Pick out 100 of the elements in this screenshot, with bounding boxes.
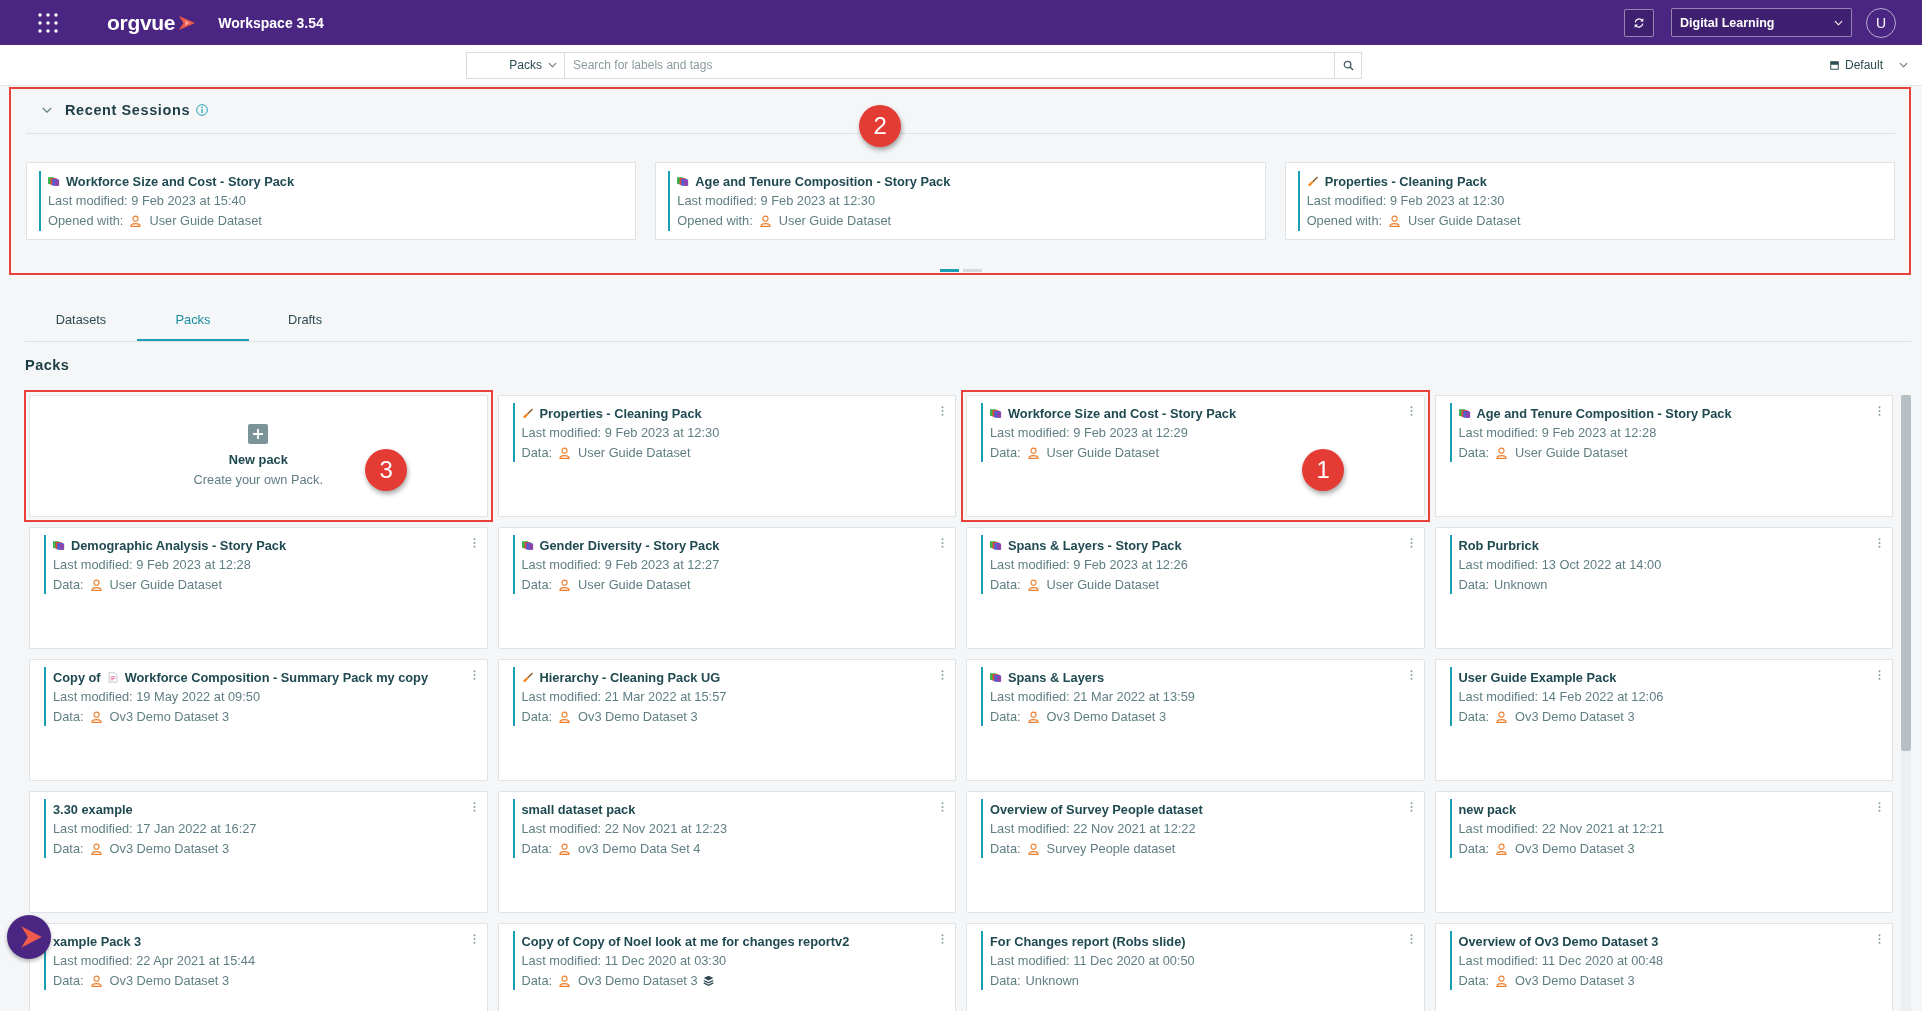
pack-title[interactable]: Age and Tenure Composition - Story Pack [1476, 405, 1732, 421]
search-button[interactable] [1335, 51, 1362, 79]
data-label: Data: [53, 577, 84, 592]
data-label: Data: [1458, 973, 1490, 988]
pack-title[interactable]: Overview of Survey People dataset [990, 801, 1203, 817]
pack-card[interactable]: Properties - Cleaning Pack Last modified: 9 Feb 2023 at 12:30 Data: User Guide Dataset [497, 395, 956, 517]
pack-title[interactable]: xample Pack 3 [53, 933, 142, 949]
pack-title[interactable]: Demographic Analysis - Story Pack [71, 537, 287, 553]
kebab-menu-icon[interactable] [941, 537, 944, 549]
pack-title[interactable]: Workforce Size and Cost - Story Pack [1008, 405, 1237, 421]
pack-card[interactable]: xample Pack 3 Last modified: 22 Apr 2021 at 15:44 Data: Ov3 Demo Dataset 3 [29, 923, 488, 1011]
pack-card[interactable]: Gender Diversity - Story Pack Last modified: 9 Feb 2023 at 12:27 Data: User Guide Dataset [497, 527, 956, 649]
modified-date: Last modified: 22 Nov 2021 at 12:21 [1458, 820, 1665, 838]
pack-title[interactable]: Hierarchy - Cleaning Pack UG [539, 669, 721, 685]
accent-bar [512, 931, 515, 990]
dataset-name: User Guide Dataset [778, 213, 892, 228]
callout-marker: 1 [1302, 449, 1345, 492]
story-pack-icon [1458, 407, 1471, 419]
pack-title[interactable]: Spans & Layers [1008, 669, 1105, 685]
kebab-menu-icon[interactable] [472, 669, 476, 681]
accent-bar [1449, 403, 1452, 462]
session-card[interactable]: Properties - Cleaning Pack Last modified: 9 Feb 2023 at 12:30 Opened with: User Guide Dataset [1284, 162, 1895, 240]
modified-date: Last modified: 14 Feb 2022 at 12:06 [1458, 688, 1664, 706]
logo-mark-icon [178, 14, 197, 31]
tab[interactable]: Drafts [249, 297, 361, 341]
kebab-menu-icon[interactable] [941, 669, 944, 681]
pack-title[interactable]: Gender Diversity - Story Pack [539, 537, 720, 553]
session-title[interactable]: Age and Tenure Composition - Story Pack [695, 173, 951, 189]
pack-title[interactable]: Rob Purbrick [1458, 537, 1539, 553]
search-field[interactable]: Search for labels and tags [565, 51, 1335, 79]
pack-title-prefix[interactable]: Copy of [53, 669, 101, 685]
caret-icon [1834, 19, 1843, 26]
kebab-menu-icon[interactable] [1878, 801, 1881, 813]
pack-title[interactable]: Copy of Copy of Noel look at me for changes reportv2 [521, 933, 850, 949]
tab[interactable]: Datasets [25, 297, 137, 341]
view-dropdown[interactable]: Default [1829, 58, 1908, 72]
workspace-dropdown[interactable]: Digital Learning [1671, 8, 1852, 37]
session-title[interactable]: Workforce Size and Cost - Story Pack [66, 173, 295, 189]
pack-card[interactable]: Overview of Survey People dataset Last modified: 22 Nov 2021 at 12:22 Data: Survey People dataset [966, 791, 1425, 913]
pack-title[interactable]: User Guide Example Pack [1458, 669, 1617, 685]
kebab-menu-icon[interactable] [941, 933, 944, 945]
kebab-menu-icon[interactable] [472, 801, 476, 813]
scrollbar-track[interactable] [1901, 395, 1911, 1011]
accent-bar [512, 667, 515, 726]
session-title[interactable]: Properties - Cleaning Pack [1324, 173, 1487, 189]
chevron-icon[interactable] [42, 106, 52, 114]
pack-card[interactable]: Spans & Layers - Story Pack Last modified: 9 Feb 2023 at 12:26 Data: User Guide Dataset [966, 527, 1425, 649]
session-card[interactable]: Workforce Size and Cost - Story Pack Last modified: 9 Feb 2023 at 15:40 Opened with: User Guide Dataset [26, 162, 637, 240]
pack-title[interactable]: Workforce Composition - Summary Pack my copy [124, 669, 429, 685]
pack-title[interactable]: new pack [1458, 801, 1517, 817]
pack-title[interactable]: 3.30 example [53, 801, 133, 817]
data-label: Data: [990, 445, 1021, 460]
kebab-menu-icon[interactable] [941, 405, 944, 417]
session-card[interactable]: Age and Tenure Composition - Story Pack Last modified: 9 Feb 2023 at 12:30 Opened with: User Guide Dataset [655, 162, 1266, 240]
pack-title[interactable]: Overview of Ov3 Demo Dataset 3 [1458, 933, 1659, 949]
kebab-menu-icon[interactable] [1878, 537, 1881, 549]
kebab-menu-icon[interactable] [1409, 801, 1413, 813]
pack-card[interactable]: Demographic Analysis - Story Pack Last modified: 9 Feb 2023 at 12:28 Data: User Guide Dataset [29, 527, 488, 649]
pack-title[interactable]: For Changes report (Robs slide) [990, 933, 1186, 949]
pack-title[interactable]: Spans & Layers - Story Pack [1008, 537, 1182, 553]
data-label: Data: [1458, 841, 1490, 856]
info-icon[interactable] [196, 104, 209, 116]
kebab-menu-icon[interactable] [1409, 669, 1413, 681]
data-label: Data: [990, 841, 1021, 856]
kebab-menu-icon[interactable] [1409, 933, 1413, 945]
pack-card[interactable]: Copy of Workforce Composition - Summary Pack my copy Last modified: 19 May 2022 at 09:50 Data: Ov3 Demo Dataset 3 [29, 659, 488, 781]
kebab-menu-icon[interactable] [472, 537, 476, 549]
data-label: Data: [990, 973, 1021, 988]
kebab-menu-icon[interactable] [472, 933, 476, 945]
tab[interactable]: Packs [137, 297, 249, 341]
pack-card[interactable]: For Changes report (Robs slide) Last modified: 11 Dec 2020 at 00:50 Data: Unknown [966, 923, 1425, 1011]
kebab-menu-icon[interactable] [1878, 933, 1881, 945]
pack-card[interactable]: Copy of Copy of Noel look at me for changes reportv2 Last modified: 11 Dec 2020 at 03:30 Data: Ov3 Demo Dataset 3 [497, 923, 956, 1011]
kebab-menu-icon[interactable] [1409, 405, 1413, 417]
pack-card[interactable]: User Guide Example Pack Last modified: 14 Feb 2022 at 12:06 Data: Ov3 Demo Dataset 3 [1434, 659, 1893, 781]
pack-card[interactable]: new pack Last modified: 22 Nov 2021 at 12:21 Data: Ov3 Demo Dataset 3 [1434, 791, 1893, 913]
pack-title[interactable]: Properties - Cleaning Pack [539, 405, 702, 421]
pack-card[interactable]: small dataset pack Last modified: 22 Nov 2021 at 12:23 Data: ov3 Demo Data Set 4 [497, 791, 956, 913]
launcher-button[interactable] [7, 915, 51, 959]
kebab-menu-icon[interactable] [1409, 537, 1413, 549]
scope-dropdown[interactable]: Packs [466, 51, 565, 79]
story-pack-icon [990, 539, 1002, 551]
kebab-menu-icon[interactable] [1878, 669, 1881, 681]
pack-card[interactable]: Rob Purbrick Last modified: 13 Oct 2022 at 14:00 Data: Unknown [1434, 527, 1893, 649]
apps-grid-icon[interactable] [38, 12, 58, 33]
pack-card[interactable]: Overview of Ov3 Demo Dataset 3 Last modified: 11 Dec 2020 at 00:48 Data: Ov3 Demo Dataset 3 [1434, 923, 1893, 1011]
pack-card[interactable]: Spans & Layers Last modified: 21 Mar 2022 at 13:59 Data: Ov3 Demo Dataset 3 [966, 659, 1425, 781]
pack-card[interactable]: Hierarchy - Cleaning Pack UG Last modified: 21 Mar 2022 at 15:57 Data: Ov3 Demo Dataset 3 [497, 659, 956, 781]
layout-icon [1829, 60, 1839, 70]
pack-card[interactable]: Age and Tenure Composition - Story Pack Last modified: 9 Feb 2023 at 12:28 Data: User Guide Dataset [1434, 395, 1893, 517]
document-icon [106, 671, 119, 683]
dataset-name: User Guide Dataset [578, 577, 691, 592]
refresh-button[interactable] [1624, 8, 1654, 37]
kebab-menu-icon[interactable] [941, 801, 944, 813]
scrollbar-thumb[interactable] [1901, 395, 1911, 751]
page-indicator[interactable] [939, 269, 959, 272]
pack-title[interactable]: small dataset pack [521, 801, 636, 817]
kebab-menu-icon[interactable] [1878, 405, 1881, 417]
pack-card[interactable]: 3.30 example Last modified: 17 Jan 2022 at 16:27 Data: Ov3 Demo Dataset 3 [29, 791, 488, 913]
new-pack-title: New pack [228, 451, 288, 469]
